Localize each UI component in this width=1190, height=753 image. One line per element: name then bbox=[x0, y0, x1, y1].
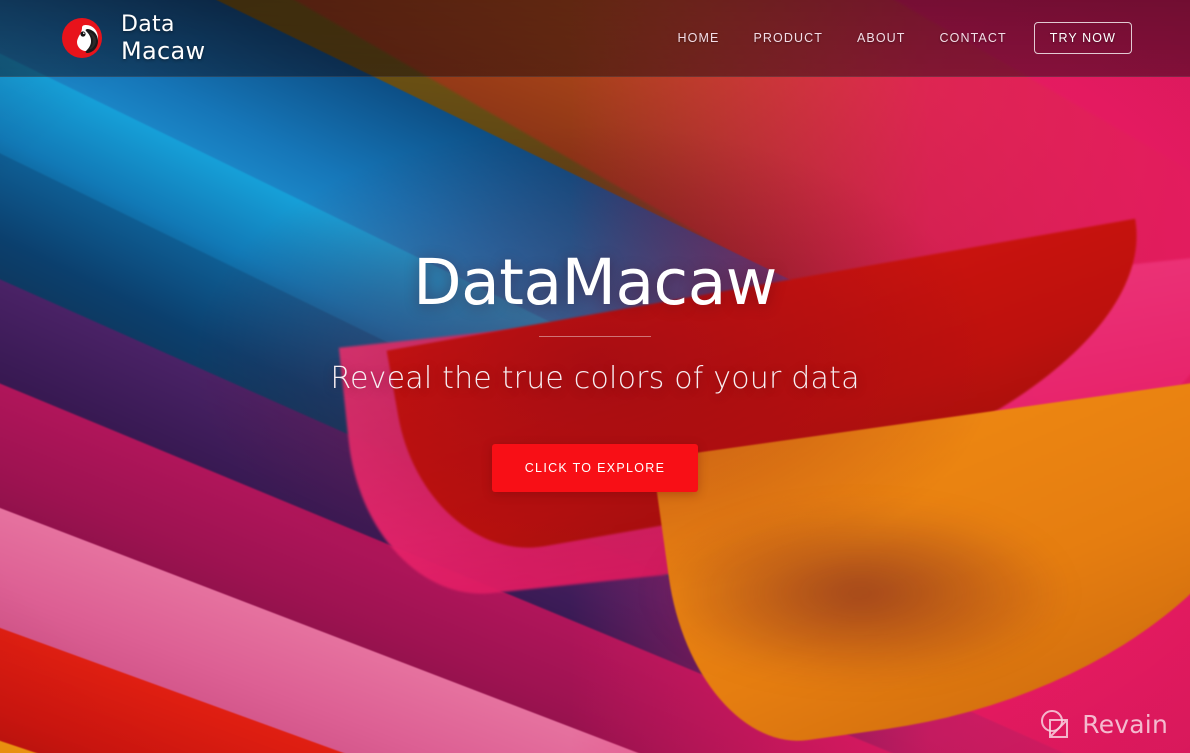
revain-logo-icon bbox=[1037, 707, 1071, 741]
nav-item-product[interactable]: PRODUCT bbox=[736, 23, 840, 53]
revain-watermark: Revain bbox=[1037, 707, 1168, 741]
brand-line-2: Macaw bbox=[121, 36, 206, 65]
nav-item-about[interactable]: ABOUT bbox=[840, 23, 923, 53]
main-navigation: HOME PRODUCT ABOUT CONTACT TRY NOW bbox=[661, 22, 1132, 54]
brand-name: Data Macaw bbox=[121, 11, 206, 65]
macaw-parrot-head-icon bbox=[58, 12, 110, 64]
hero-title: DataMacaw bbox=[413, 246, 777, 319]
revain-watermark-text: Revain bbox=[1082, 709, 1168, 739]
hero-section: DataMacaw Reveal the true colors of your… bbox=[0, 77, 1190, 753]
brand-line-1: Data bbox=[121, 11, 175, 37]
hero-subtitle: Reveal the true colors of your data bbox=[330, 361, 860, 396]
landing-page: Data Macaw HOME PRODUCT ABOUT CONTACT TR… bbox=[0, 0, 1190, 753]
brand-logo-link[interactable]: Data Macaw bbox=[58, 12, 205, 64]
nav-item-home[interactable]: HOME bbox=[661, 23, 737, 53]
try-now-button[interactable]: TRY NOW bbox=[1033, 22, 1132, 54]
site-header: Data Macaw HOME PRODUCT ABOUT CONTACT TR… bbox=[0, 0, 1190, 77]
nav-item-contact[interactable]: CONTACT bbox=[923, 23, 1024, 53]
click-to-explore-button[interactable]: CLICK TO EXPLORE bbox=[491, 444, 699, 492]
hero-divider bbox=[539, 336, 651, 337]
